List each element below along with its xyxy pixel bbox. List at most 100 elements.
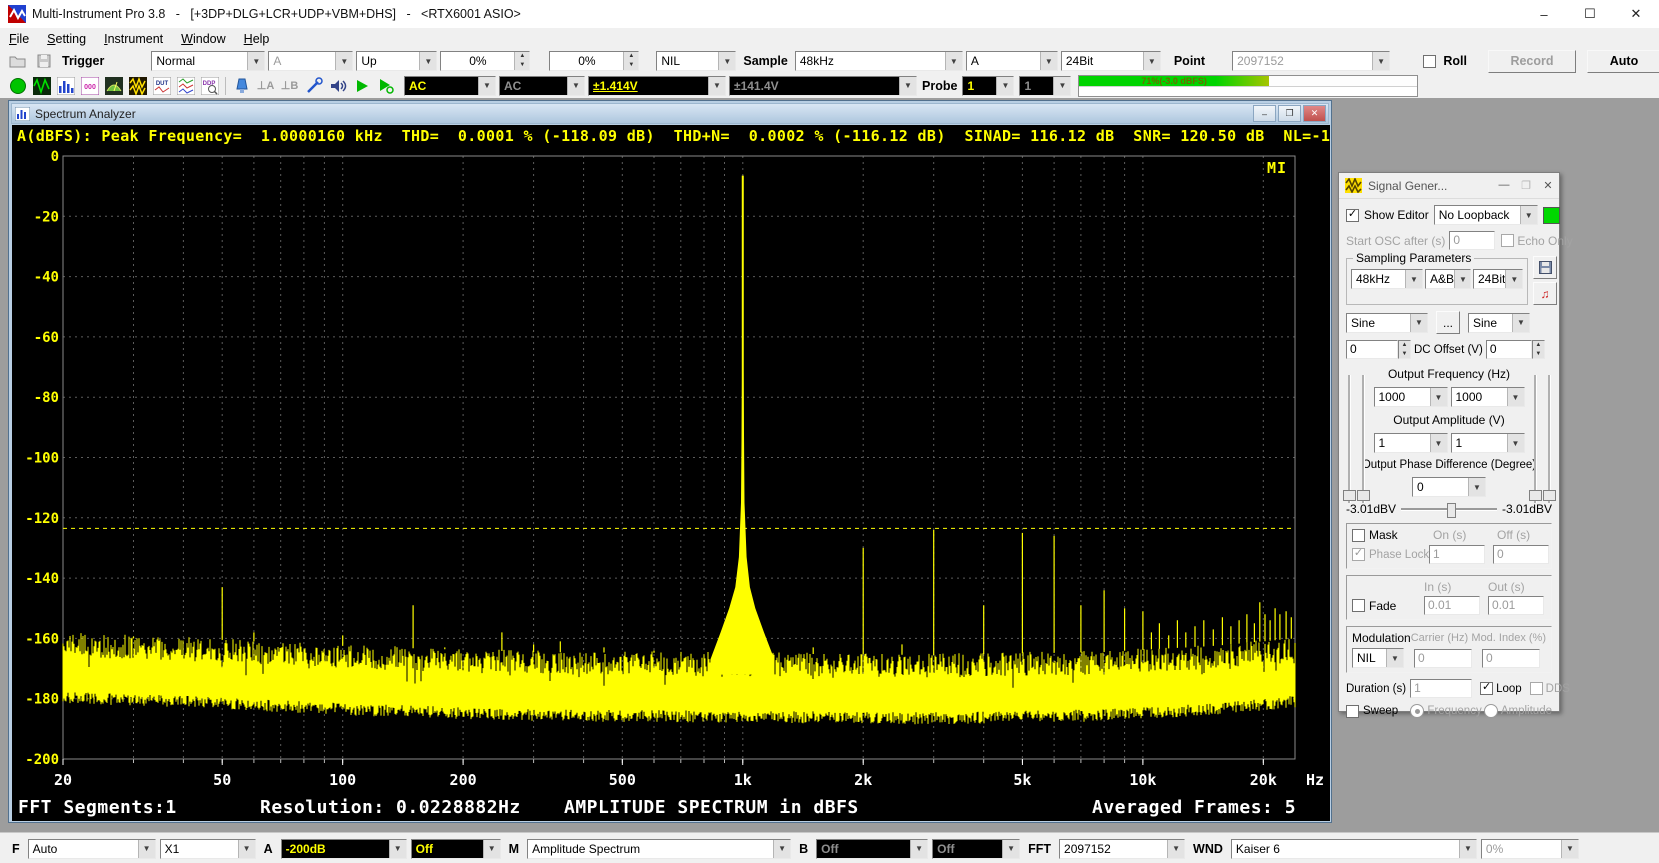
spin-up-button[interactable]: ▲ bbox=[1399, 341, 1410, 350]
balance-slider[interactable] bbox=[1401, 501, 1497, 517]
modulation-type-combo[interactable]: NIL▼ bbox=[1352, 648, 1404, 668]
zoom-combo[interactable]: X1▼ bbox=[160, 839, 256, 859]
chevron-down-icon[interactable]: ▼ bbox=[996, 77, 1013, 95]
chevron-down-icon[interactable]: ▼ bbox=[1505, 270, 1522, 288]
chevron-down-icon[interactable]: ▼ bbox=[1405, 270, 1422, 288]
ground-a-icon[interactable]: ⊥A bbox=[254, 76, 277, 96]
frequency-axis-combo[interactable]: Auto▼ bbox=[28, 839, 156, 859]
spectrum-3d-plot-icon[interactable] bbox=[102, 76, 125, 96]
waveform-b-combo[interactable]: Sine▼ bbox=[1468, 313, 1530, 333]
save-signal-button[interactable] bbox=[1533, 256, 1557, 279]
sweep-amplitude-radio[interactable] bbox=[1484, 704, 1498, 718]
chevron-down-icon[interactable]: ▼ bbox=[238, 840, 255, 858]
freq-slider-a[interactable] bbox=[1342, 375, 1356, 503]
chevron-down-icon[interactable]: ▼ bbox=[1002, 840, 1019, 858]
phase-difference-combo[interactable]: 0▼ bbox=[1412, 477, 1486, 497]
dc-offset-a-input[interactable]: 0 bbox=[1346, 340, 1398, 359]
a-filter-combo[interactable]: Off▼ bbox=[411, 839, 501, 859]
sweep-frequency-radio[interactable] bbox=[1410, 704, 1424, 718]
range-b-combo[interactable]: ±141.4V▼ bbox=[729, 76, 917, 96]
b-filter-combo[interactable]: Off▼ bbox=[932, 839, 1020, 859]
spin-down-button[interactable]: ▼ bbox=[1533, 350, 1544, 359]
chevron-down-icon[interactable]: ▼ bbox=[945, 52, 962, 70]
child-minimize-button[interactable]: – bbox=[1253, 105, 1276, 122]
fade-out-input[interactable]: 0.01 bbox=[1488, 596, 1544, 615]
chevron-down-icon[interactable]: ▼ bbox=[389, 840, 406, 858]
ground-b-icon[interactable]: ⊥B bbox=[278, 76, 301, 96]
start-osc-input[interactable]: 0 bbox=[1449, 231, 1495, 250]
chevron-down-icon[interactable]: ▼ bbox=[138, 840, 155, 858]
minimize-button[interactable]: – bbox=[1521, 0, 1567, 28]
mod-index-input[interactable]: 0 bbox=[1482, 649, 1540, 668]
chevron-down-icon[interactable]: ▼ bbox=[773, 840, 790, 858]
chevron-down-icon[interactable]: ▼ bbox=[718, 52, 735, 70]
chevron-down-icon[interactable]: ▼ bbox=[1167, 840, 1184, 858]
save-icon[interactable] bbox=[32, 51, 55, 71]
chevron-down-icon[interactable]: ▼ bbox=[1507, 388, 1524, 406]
chevron-down-icon[interactable]: ▼ bbox=[1454, 270, 1471, 288]
waveform-editor-icon[interactable] bbox=[126, 76, 149, 96]
spin-up-button[interactable]: ▲ bbox=[515, 52, 529, 61]
show-editor-checkbox[interactable] bbox=[1346, 209, 1359, 222]
chevron-down-icon[interactable]: ▼ bbox=[899, 77, 916, 95]
sample-bits-combo[interactable]: 24Bit▼ bbox=[1061, 51, 1161, 71]
waveform-library-button[interactable]: ... bbox=[1436, 311, 1460, 334]
child-restore-button[interactable]: ❐ bbox=[1278, 105, 1301, 122]
amplitude-a-combo[interactable]: 1▼ bbox=[1374, 433, 1448, 453]
dds-checkbox[interactable] bbox=[1530, 682, 1543, 695]
trigger-mode-combo[interactable]: Normal▼ bbox=[151, 51, 265, 71]
trigger-hpf-combo[interactable]: NIL▼ bbox=[656, 51, 736, 71]
child-close-button[interactable]: ✕ bbox=[1303, 105, 1326, 122]
mask-on-input[interactable]: 1 bbox=[1429, 545, 1485, 564]
play-note-button[interactable]: ♫ bbox=[1533, 282, 1557, 305]
spin-up-button[interactable]: ▲ bbox=[1533, 341, 1544, 350]
chevron-down-icon[interactable]: ▼ bbox=[1459, 840, 1476, 858]
view-mode-combo[interactable]: Amplitude Spectrum▼ bbox=[527, 839, 791, 859]
close-button[interactable]: ✕ bbox=[1613, 0, 1659, 28]
overlap-combo[interactable]: 0%▼ bbox=[1481, 839, 1579, 859]
chevron-down-icon[interactable]: ▼ bbox=[708, 77, 725, 95]
chevron-down-icon[interactable]: ▼ bbox=[247, 52, 264, 70]
spin-down-button[interactable]: ▼ bbox=[624, 61, 638, 70]
gen-channels-combo[interactable]: A&B▼ bbox=[1425, 269, 1471, 289]
ddp-viewer-icon[interactable]: DDP bbox=[198, 76, 221, 96]
multimeter-icon[interactable]: 000 bbox=[78, 76, 101, 96]
range-a-combo[interactable]: ±1.414V▼ bbox=[588, 76, 726, 96]
probe-b-combo[interactable]: 1▼ bbox=[1019, 76, 1071, 96]
open-file-icon[interactable] bbox=[6, 51, 29, 71]
device-test-plan-icon[interactable]: DUT bbox=[150, 76, 173, 96]
run-hot-icon[interactable] bbox=[374, 76, 397, 96]
chevron-down-icon[interactable]: ▼ bbox=[1053, 77, 1070, 95]
spectrum-analyzer-icon[interactable] bbox=[54, 76, 77, 96]
chevron-down-icon[interactable]: ▼ bbox=[1512, 314, 1529, 332]
panel-minimize-button[interactable]: — bbox=[1493, 179, 1515, 192]
carrier-input[interactable]: 0 bbox=[1414, 649, 1472, 668]
chevron-down-icon[interactable]: ▼ bbox=[1386, 649, 1403, 667]
speaker-icon[interactable] bbox=[326, 76, 349, 96]
dc-offset-b-input[interactable]: 0 bbox=[1486, 340, 1532, 359]
oscilloscope-icon[interactable] bbox=[6, 76, 29, 96]
gen-rate-combo[interactable]: 48kHz▼ bbox=[1351, 269, 1423, 289]
trigger-delay-spinner[interactable]: 0%▲▼ bbox=[549, 51, 639, 71]
frequency-a-combo[interactable]: 1000▼ bbox=[1374, 387, 1448, 407]
sample-channel-combo[interactable]: A▼ bbox=[966, 51, 1058, 71]
menu-instrument[interactable]: Instrument bbox=[95, 30, 172, 48]
chevron-down-icon[interactable]: ▼ bbox=[1430, 434, 1447, 452]
chevron-down-icon[interactable]: ▼ bbox=[1507, 434, 1524, 452]
mask-off-input[interactable]: 0 bbox=[1493, 545, 1549, 564]
chevron-down-icon[interactable]: ▼ bbox=[478, 77, 495, 95]
mask-checkbox[interactable] bbox=[1352, 529, 1365, 542]
chevron-down-icon[interactable]: ▼ bbox=[1143, 52, 1160, 70]
generator-run-button[interactable] bbox=[1543, 207, 1560, 224]
spin-up-button[interactable]: ▲ bbox=[624, 52, 638, 61]
spin-down-button[interactable]: ▼ bbox=[1399, 350, 1410, 359]
spectrum-window-titlebar[interactable]: Spectrum Analyzer – ❐ ✕ bbox=[11, 103, 1329, 124]
echo-only-checkbox[interactable] bbox=[1501, 234, 1514, 247]
chevron-down-icon[interactable]: ▼ bbox=[1468, 478, 1485, 496]
chevron-down-icon[interactable]: ▼ bbox=[1561, 840, 1578, 858]
calibrator-icon[interactable] bbox=[230, 76, 253, 96]
fft-size-combo[interactable]: 2097152▼ bbox=[1059, 839, 1185, 859]
point-combo[interactable]: 2097152▼ bbox=[1232, 51, 1390, 71]
frequency-b-combo[interactable]: 1000▼ bbox=[1451, 387, 1525, 407]
chevron-down-icon[interactable]: ▼ bbox=[1410, 314, 1427, 332]
